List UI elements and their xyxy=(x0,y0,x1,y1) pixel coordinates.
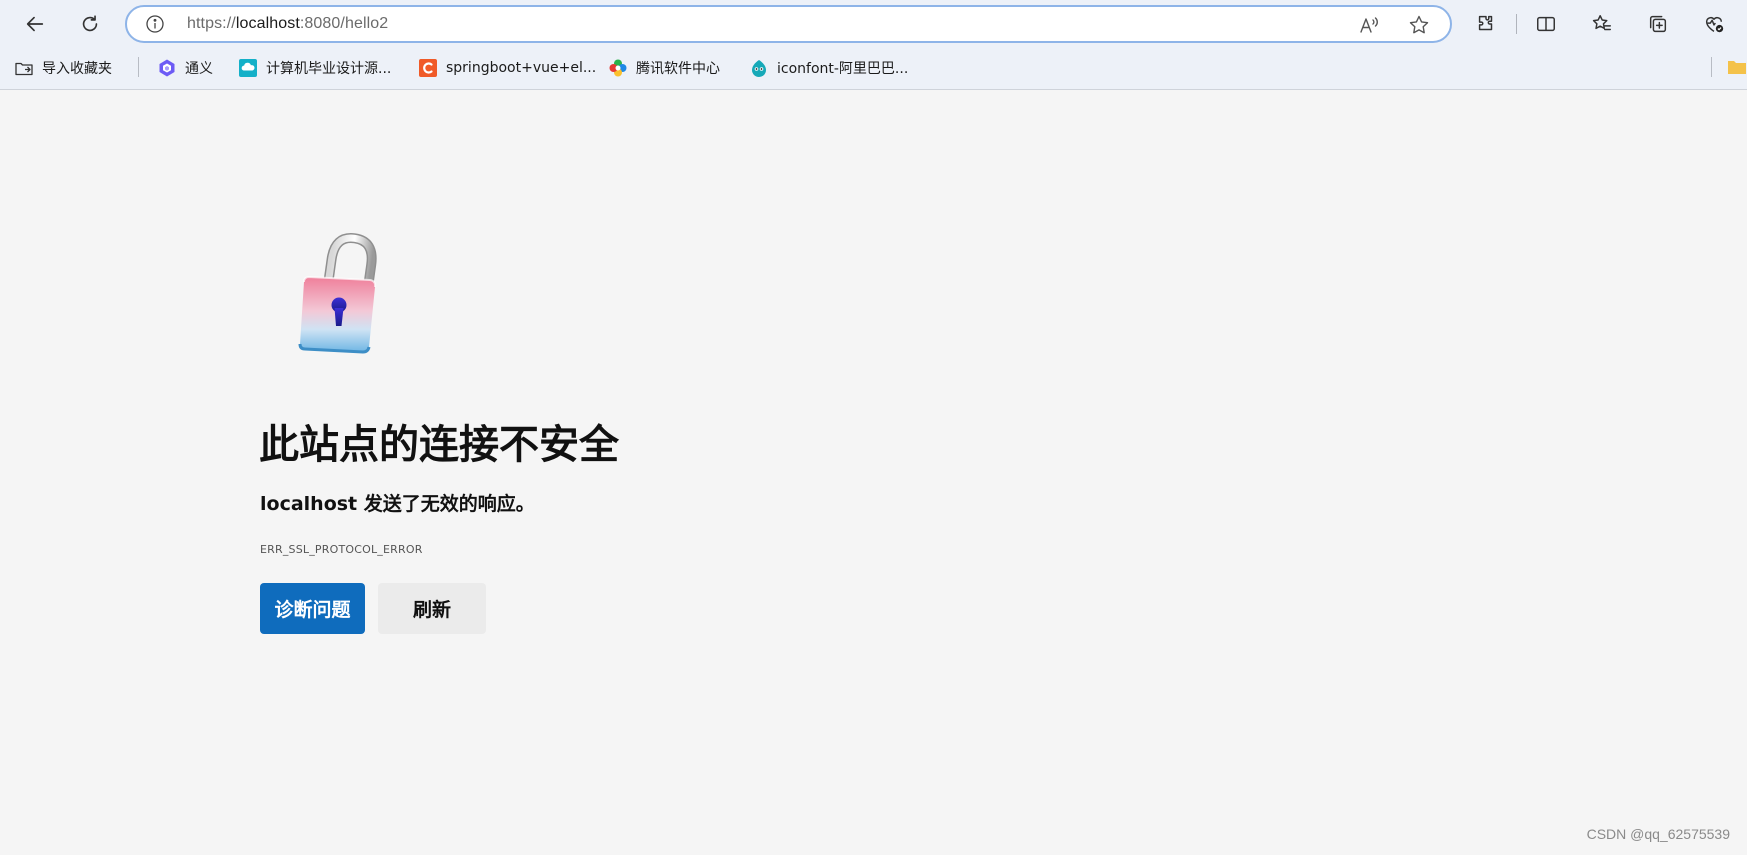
favorites-icon xyxy=(1592,15,1611,31)
unlocked-padlock-icon xyxy=(298,233,377,354)
extensions-button[interactable] xyxy=(1468,6,1504,42)
csdn-c-icon xyxy=(419,59,437,77)
import-favorites-icon xyxy=(15,62,33,76)
error-message: localhost 发送了无效的响应。 xyxy=(260,493,535,515)
toolbar-divider xyxy=(1516,14,1517,34)
bookmarks-divider xyxy=(1711,57,1712,77)
bookmark-springboot[interactable]: springboot+vue+el... xyxy=(418,55,596,81)
address-bar[interactable]: https://localhost:8080/hello2 xyxy=(125,5,1452,43)
bookmark-label: iconfont-阿里巴巴... xyxy=(777,61,909,77)
extensions-icon xyxy=(1478,15,1493,31)
bookmarks-separator xyxy=(138,57,139,77)
split-screen-button[interactable] xyxy=(1528,6,1564,42)
back-button[interactable] xyxy=(17,6,53,42)
browser-essentials-icon xyxy=(1705,16,1724,33)
refresh-page-button[interactable]: 刷新 xyxy=(378,583,486,634)
url-scheme: https:// xyxy=(187,15,236,32)
error-code: ERR_SSL_PROTOCOL_ERROR xyxy=(260,543,423,556)
bookmark-label: 腾讯软件中心 xyxy=(636,61,720,77)
other-favorites-folder-icon[interactable] xyxy=(1727,57,1747,77)
tencent-icon xyxy=(609,59,627,77)
bookmarks-bar: 导入收藏夹 通义 计算机毕业设计源... springboot+vue+el..… xyxy=(0,47,1747,90)
collections-icon xyxy=(1649,15,1667,33)
bookmark-import-favorites[interactable]: 导入收藏夹 xyxy=(14,55,112,81)
iconfont-icon xyxy=(752,60,766,77)
refresh-button[interactable] xyxy=(72,6,108,42)
url-text[interactable]: https://localhost:8080/hello2 xyxy=(187,15,388,33)
bookmark-tencent-software[interactable]: 腾讯软件中心 xyxy=(608,55,720,81)
collections-button[interactable] xyxy=(1640,6,1676,42)
bookmark-tongyi[interactable]: 通义 xyxy=(157,55,213,81)
read-aloud-icon[interactable] xyxy=(1358,14,1380,36)
url-path: :8080/hello2 xyxy=(299,15,389,32)
browser-essentials-button[interactable] xyxy=(1696,6,1732,42)
favorites-button[interactable] xyxy=(1584,6,1620,42)
bookmark-label: 通义 xyxy=(185,61,213,77)
diagnose-button[interactable]: 诊断问题 xyxy=(260,583,365,634)
favorite-star-icon[interactable] xyxy=(1408,14,1430,36)
bookmark-iconfont[interactable]: iconfont-阿里巴巴... xyxy=(749,55,908,81)
info-icon[interactable] xyxy=(145,14,165,34)
browser-toolbar: https://localhost:8080/hello2 xyxy=(0,0,1747,47)
url-host: localhost xyxy=(235,15,300,32)
bookmark-label: 计算机毕业设计源... xyxy=(266,61,392,77)
bookmark-label: springboot+vue+el... xyxy=(446,60,597,76)
error-title: 此站点的连接不安全 xyxy=(259,422,619,468)
cloud-icon xyxy=(239,59,257,77)
bookmark-label: 导入收藏夹 xyxy=(42,61,112,77)
back-icon xyxy=(26,16,44,32)
refresh-icon xyxy=(82,15,98,32)
csdn-watermark: CSDN @qq_62575539 xyxy=(1586,826,1730,842)
bookmark-graduation-project[interactable]: 计算机毕业设计源... xyxy=(238,55,391,81)
split-screen-icon xyxy=(1537,16,1555,32)
tongyi-icon xyxy=(159,59,175,77)
